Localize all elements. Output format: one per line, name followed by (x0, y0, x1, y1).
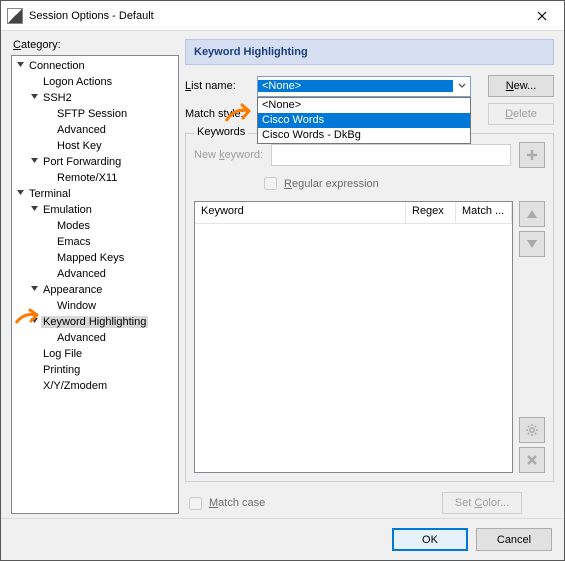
tree-item[interactable]: Emulation (12, 202, 178, 218)
tree-item-label: Terminal (27, 188, 73, 200)
chevron-down-icon[interactable] (28, 156, 41, 168)
tree-item-label: Advanced (55, 268, 108, 280)
settings-keyword-button (519, 417, 545, 443)
tree-item-label: Keyword Highlighting (41, 316, 148, 328)
listname-label: List name: (185, 80, 251, 92)
new-keyword-label: New keyword: (194, 149, 263, 161)
dropdown-option[interactable]: Cisco Words - DkBg (258, 128, 470, 143)
tree-item[interactable]: Appearance (12, 282, 178, 298)
tree-item[interactable]: Advanced (12, 330, 178, 346)
ok-button[interactable]: OK (392, 528, 468, 551)
tree-item[interactable]: Window (12, 298, 178, 314)
tree-item[interactable]: Port Forwarding (12, 154, 178, 170)
close-button[interactable] (519, 1, 564, 30)
panel-title: Keyword Highlighting (185, 39, 554, 65)
window-title: Session Options - Default (29, 10, 519, 22)
tree-item[interactable]: Printing (12, 362, 178, 378)
title-bar: Session Options - Default (1, 1, 564, 31)
tree-item-label: Port Forwarding (41, 156, 123, 168)
regex-checkbox (264, 177, 277, 190)
listname-value: <None> (258, 80, 453, 92)
tree-item-label: Log File (41, 348, 84, 360)
tree-item[interactable]: SSH2 (12, 90, 178, 106)
tree-item-label: Advanced (55, 332, 108, 344)
tree-item[interactable]: Remote/X11 (12, 170, 178, 186)
tree-item-label: Advanced (55, 124, 108, 136)
tree-item[interactable]: Terminal (12, 186, 178, 202)
tree-item-label: X/Y/Zmodem (41, 380, 109, 392)
tree-item-label: Host Key (55, 140, 104, 152)
category-tree[interactable]: Connection Logon Actions SSH2 SFTP Session A… (11, 55, 179, 514)
dropdown-option[interactable]: Cisco Words (258, 113, 470, 128)
matchcase-label: Match case (209, 497, 265, 509)
x-icon (526, 454, 538, 466)
triangle-down-icon (526, 239, 538, 249)
matchcase-checkbox (189, 497, 202, 510)
tree-item[interactable]: SFTP Session (12, 106, 178, 122)
category-label: Category: (13, 39, 179, 51)
matchstyle-label: Match style: (185, 108, 251, 120)
dialog-button-row: OK Cancel (1, 518, 564, 560)
table-header: Keyword Regex Match ... (195, 202, 512, 224)
set-color-button: Set Color... (442, 492, 522, 514)
tree-item[interactable]: Mapped Keys (12, 250, 178, 266)
tree-item-label: Remote/X11 (55, 172, 119, 184)
dropdown-option[interactable]: <None> (258, 98, 470, 113)
col-match[interactable]: Match ... (456, 202, 512, 223)
listname-dropdown[interactable]: <None>Cisco WordsCisco Words - DkBg (257, 97, 471, 144)
tree-item[interactable]: X/Y/Zmodem (12, 378, 178, 394)
plus-icon (525, 148, 539, 162)
chevron-down-icon (453, 83, 470, 89)
chevron-down-icon[interactable] (28, 204, 41, 216)
chevron-down-icon[interactable] (14, 188, 27, 200)
chevron-down-icon[interactable] (28, 284, 41, 296)
tree-item[interactable]: Advanced (12, 122, 178, 138)
move-down-button (519, 231, 545, 257)
tree-item[interactable]: Connection (12, 58, 178, 74)
tree-item-label: SFTP Session (55, 108, 129, 120)
triangle-up-icon (526, 209, 538, 219)
tree-item-label: Logon Actions (41, 76, 114, 88)
col-keyword[interactable]: Keyword (195, 202, 406, 223)
move-up-button (519, 201, 545, 227)
tree-item-label: Mapped Keys (55, 252, 126, 264)
close-icon (537, 11, 547, 21)
tree-item[interactable]: Log File (12, 346, 178, 362)
delete-keyword-button (519, 447, 545, 473)
tree-item[interactable]: Emacs (12, 234, 178, 250)
delete-list-button: Delete (488, 103, 554, 125)
tree-item-label: Appearance (41, 284, 104, 296)
tree-item-label: SSH2 (41, 92, 74, 104)
new-keyword-input[interactable] (271, 144, 511, 166)
listname-combo[interactable]: <None> <None>Cisco WordsCisco Words - Dk… (257, 76, 471, 97)
tree-item[interactable]: Advanced (12, 266, 178, 282)
tree-item-label: Printing (41, 364, 82, 376)
new-list-button[interactable]: New... (488, 75, 554, 97)
tree-item[interactable]: Host Key (12, 138, 178, 154)
cancel-button[interactable]: Cancel (476, 528, 552, 551)
keywords-table[interactable]: Keyword Regex Match ... (194, 201, 513, 473)
add-keyword-button (519, 142, 545, 168)
keywords-group-label: Keywords (194, 126, 248, 138)
app-icon (7, 8, 23, 24)
chevron-down-icon[interactable] (28, 92, 41, 104)
tree-item[interactable]: Keyword Highlighting (12, 314, 178, 330)
tree-item-label: Modes (55, 220, 92, 232)
tree-item[interactable]: Logon Actions (12, 74, 178, 90)
tree-item-label: Connection (27, 60, 87, 72)
tree-item-label: Window (55, 300, 98, 312)
chevron-down-icon[interactable] (28, 316, 41, 328)
regex-label: Regular expression (284, 178, 379, 190)
gear-icon (525, 423, 539, 437)
tree-item-label: Emacs (55, 236, 93, 248)
tree-item-label: Emulation (41, 204, 94, 216)
session-options-dialog: Session Options - Default Category: Conn… (0, 0, 565, 561)
tree-item[interactable]: Modes (12, 218, 178, 234)
chevron-down-icon[interactable] (14, 60, 27, 72)
col-regex[interactable]: Regex (406, 202, 456, 223)
